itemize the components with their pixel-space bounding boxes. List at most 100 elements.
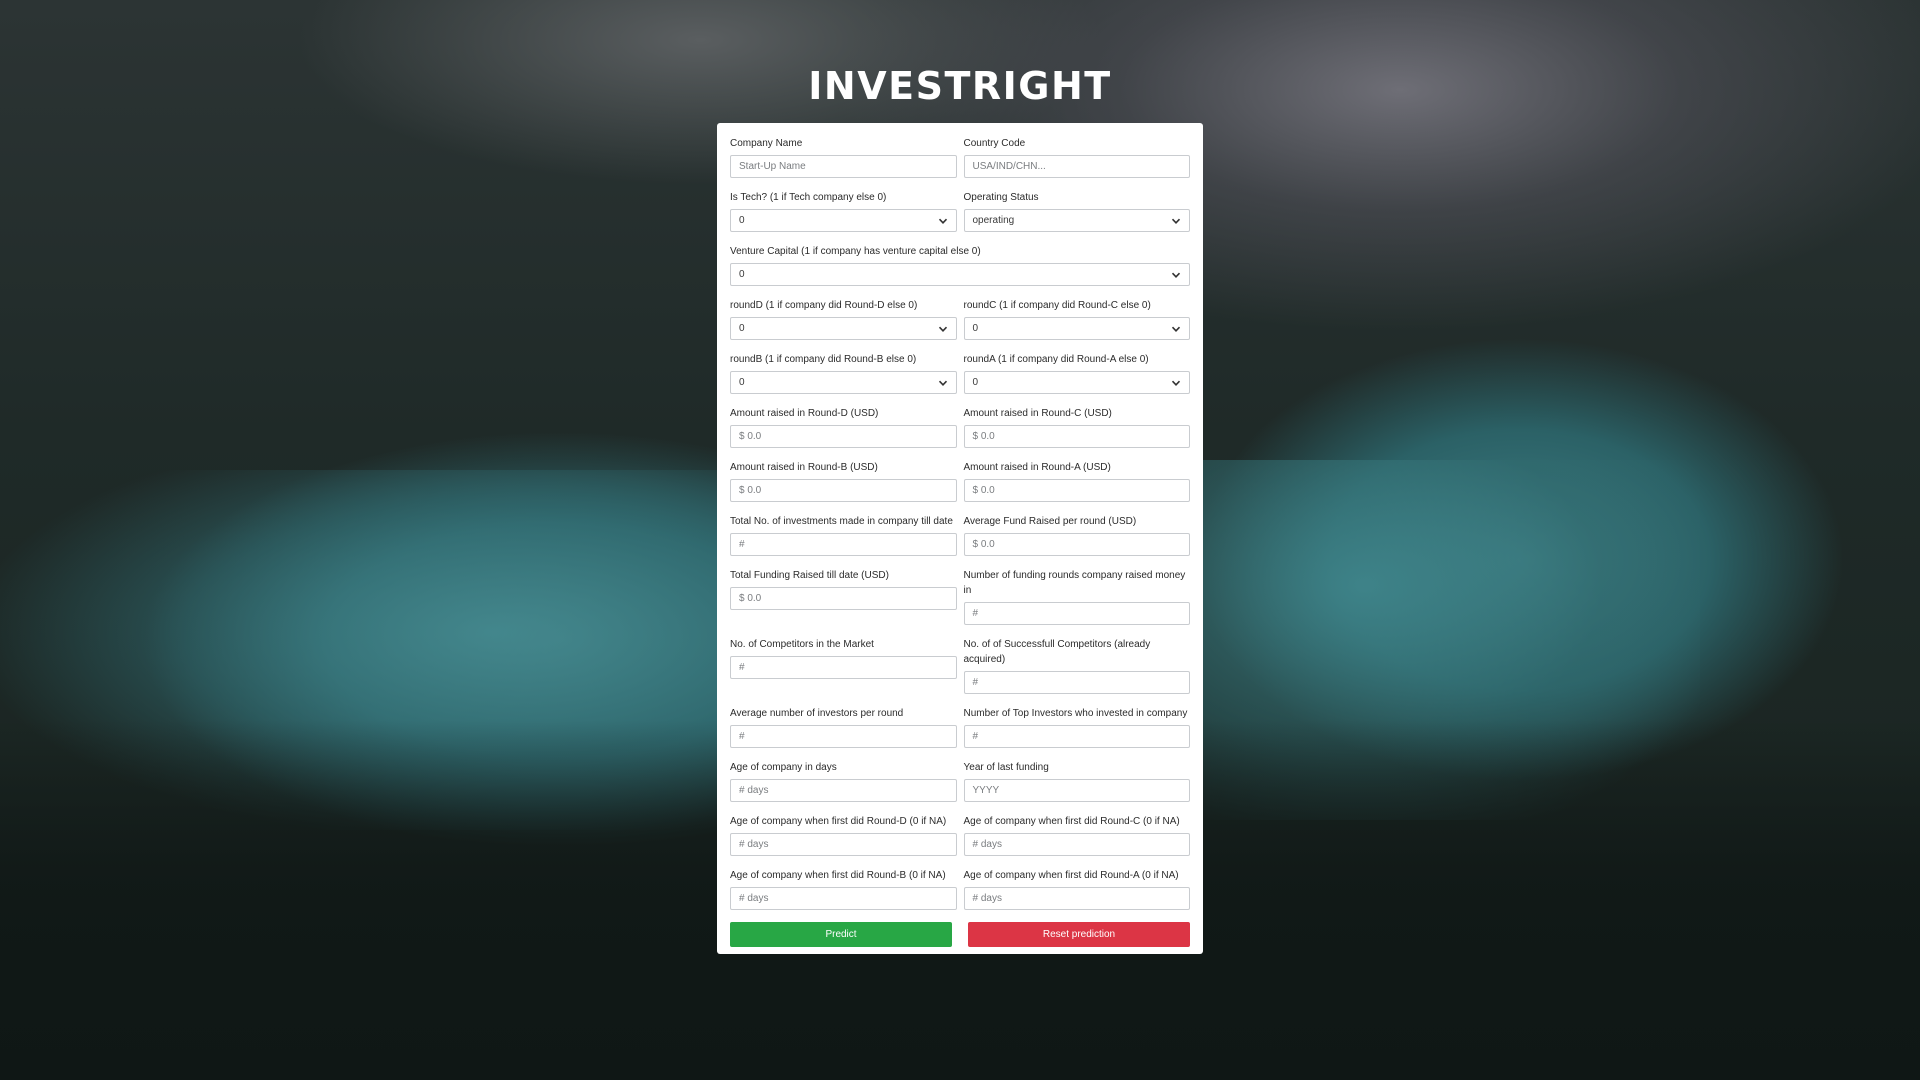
round-d-group: roundD (1 if company did Round-D else 0)… — [730, 298, 957, 352]
form-row: Age of company when first did Round-B (0… — [730, 868, 1190, 922]
age-round-a-group: Age of company when first did Round-A (0… — [963, 868, 1190, 922]
form-actions: Predict Reset prediction — [730, 922, 1190, 947]
round-a-group: roundA (1 if company did Round-A else 0)… — [963, 352, 1190, 406]
form-row: No. of Competitors in the Market # No. o… — [730, 637, 1190, 706]
age-days-input[interactable]: # days — [730, 779, 957, 802]
num-rounds-input[interactable]: # — [963, 602, 1190, 625]
venture-capital-label: Venture Capital (1 if company has ventur… — [730, 246, 981, 257]
last-funding-year-group: Year of last funding YYYY — [963, 760, 1190, 814]
chevron-down-icon — [1171, 326, 1181, 332]
chevron-down-icon — [938, 380, 947, 386]
form-row: roundB (1 if company did Round-B else 0)… — [730, 352, 1190, 406]
round-c-label: roundC (1 if company did Round-C else 0) — [963, 300, 1151, 311]
form-row: Total Funding Raised till date (USD) $ 0… — [730, 568, 1190, 637]
amount-d-input[interactable]: $ 0.0 — [730, 425, 957, 448]
operating-status-select[interactable]: operating — [963, 209, 1190, 232]
company-name-input[interactable]: Start-Up Name — [730, 155, 957, 178]
total-funding-input[interactable]: $ 0.0 — [730, 587, 957, 610]
round-a-select[interactable]: 0 — [963, 371, 1190, 394]
avg-investors-input[interactable]: # — [730, 725, 957, 748]
app-title: INVESTRIGHT — [808, 64, 1112, 108]
venture-capital-select[interactable]: 0 — [730, 263, 1190, 286]
operating-status-group: Operating Status operating — [963, 190, 1190, 244]
form-row: Venture Capital (1 if company has ventur… — [730, 244, 1190, 298]
age-round-b-group: Age of company when first did Round-B (0… — [730, 868, 957, 922]
form-row: Total No. of investments made in company… — [730, 514, 1190, 568]
venture-capital-group: Venture Capital (1 if company has ventur… — [730, 244, 1190, 298]
num-rounds-label: Number of funding rounds company raised … — [963, 570, 1186, 596]
prediction-form: Company Name Start-Up Name Country Code … — [717, 123, 1203, 954]
competitors-label: No. of Competitors in the Market — [730, 639, 874, 650]
predict-button[interactable]: Predict — [730, 922, 952, 947]
form-row: Age of company when first did Round-D (0… — [730, 814, 1190, 868]
round-c-select[interactable]: 0 — [963, 317, 1190, 340]
total-investments-group: Total No. of investments made in company… — [730, 514, 957, 568]
round-c-value: 0 — [972, 323, 979, 334]
country-code-input[interactable]: USA/IND/CHN... — [963, 155, 1190, 178]
amount-c-input[interactable]: $ 0.0 — [963, 425, 1190, 448]
amount-b-label: Amount raised in Round-B (USD) — [730, 462, 878, 473]
last-funding-year-input[interactable]: YYYY — [963, 779, 1190, 802]
competitors-group: No. of Competitors in the Market # — [730, 637, 957, 706]
operating-status-value: operating — [972, 215, 1015, 226]
round-d-label: roundD (1 if company did Round-D else 0) — [730, 300, 918, 311]
round-b-select[interactable]: 0 — [730, 371, 957, 394]
amount-c-group: Amount raised in Round-C (USD) $ 0.0 — [963, 406, 1190, 460]
age-round-c-input[interactable]: # days — [963, 833, 1190, 856]
amount-a-label: Amount raised in Round-A (USD) — [963, 462, 1111, 473]
company-name-group: Company Name Start-Up Name — [730, 136, 957, 190]
avg-investors-label: Average number of investors per round — [730, 708, 904, 719]
reset-prediction-button[interactable]: Reset prediction — [968, 922, 1190, 947]
round-b-value: 0 — [739, 377, 745, 388]
top-investors-input[interactable]: # — [963, 725, 1190, 748]
avg-investors-group: Average number of investors per round # — [730, 706, 957, 760]
successful-competitors-group: No. of of Successfull Competitors (alrea… — [963, 637, 1190, 706]
avg-fund-label: Average Fund Raised per round (USD) — [963, 516, 1137, 527]
total-investments-input[interactable]: # — [730, 533, 957, 556]
amount-b-input[interactable]: $ 0.0 — [730, 479, 957, 502]
is-tech-group: Is Tech? (1 if Tech company else 0) 0 — [730, 190, 957, 244]
is-tech-select[interactable]: 0 — [730, 209, 957, 232]
round-b-label: roundB (1 if company did Round-B else 0) — [730, 354, 917, 365]
round-c-group: roundC (1 if company did Round-C else 0)… — [963, 298, 1190, 352]
successful-competitors-label: No. of of Successfull Competitors (alrea… — [963, 639, 1151, 665]
age-round-d-input[interactable]: # days — [730, 833, 957, 856]
round-a-value: 0 — [972, 377, 979, 388]
amount-a-group: Amount raised in Round-A (USD) $ 0.0 — [963, 460, 1190, 514]
round-b-group: roundB (1 if company did Round-B else 0)… — [730, 352, 957, 406]
amount-c-label: Amount raised in Round-C (USD) — [963, 408, 1112, 419]
round-a-label: roundA (1 if company did Round-A else 0) — [963, 354, 1149, 365]
avg-fund-group: Average Fund Raised per round (USD) $ 0.… — [963, 514, 1190, 568]
age-round-b-input[interactable]: # days — [730, 887, 957, 910]
form-row: Amount raised in Round-D (USD) $ 0.0 Amo… — [730, 406, 1190, 460]
amount-a-input[interactable]: $ 0.0 — [963, 479, 1190, 502]
form-row: Average number of investors per round # … — [730, 706, 1190, 760]
chevron-down-icon — [938, 218, 947, 224]
total-funding-group: Total Funding Raised till date (USD) $ 0… — [730, 568, 957, 637]
country-code-group: Country Code USA/IND/CHN... — [963, 136, 1190, 190]
amount-b-group: Amount raised in Round-B (USD) $ 0.0 — [730, 460, 957, 514]
chevron-down-icon — [938, 326, 947, 332]
round-d-select[interactable]: 0 — [730, 317, 957, 340]
is-tech-value: 0 — [739, 215, 745, 226]
form-row: Age of company in days # days Year of la… — [730, 760, 1190, 814]
venture-capital-value: 0 — [739, 269, 745, 280]
total-investments-label: Total No. of investments made in company… — [730, 516, 953, 527]
operating-status-label: Operating Status — [963, 192, 1039, 203]
top-investors-group: Number of Top Investors who invested in … — [963, 706, 1190, 760]
form-row: Amount raised in Round-B (USD) $ 0.0 Amo… — [730, 460, 1190, 514]
avg-fund-input[interactable]: $ 0.0 — [963, 533, 1190, 556]
form-row: Company Name Start-Up Name Country Code … — [730, 136, 1190, 190]
age-round-b-label: Age of company when first did Round-B (0… — [730, 870, 946, 881]
age-days-label: Age of company in days — [730, 762, 837, 773]
round-d-value: 0 — [739, 323, 745, 334]
successful-competitors-input[interactable]: # — [963, 671, 1190, 694]
top-investors-label: Number of Top Investors who invested in … — [963, 708, 1188, 719]
amount-d-group: Amount raised in Round-D (USD) $ 0.0 — [730, 406, 957, 460]
age-round-a-input[interactable]: # days — [963, 887, 1190, 910]
age-days-group: Age of company in days # days — [730, 760, 957, 814]
last-funding-year-label: Year of last funding — [963, 762, 1049, 773]
competitors-input[interactable]: # — [730, 656, 957, 679]
age-round-c-label: Age of company when first did Round-C (0… — [963, 816, 1180, 827]
age-round-c-group: Age of company when first did Round-C (0… — [963, 814, 1190, 868]
